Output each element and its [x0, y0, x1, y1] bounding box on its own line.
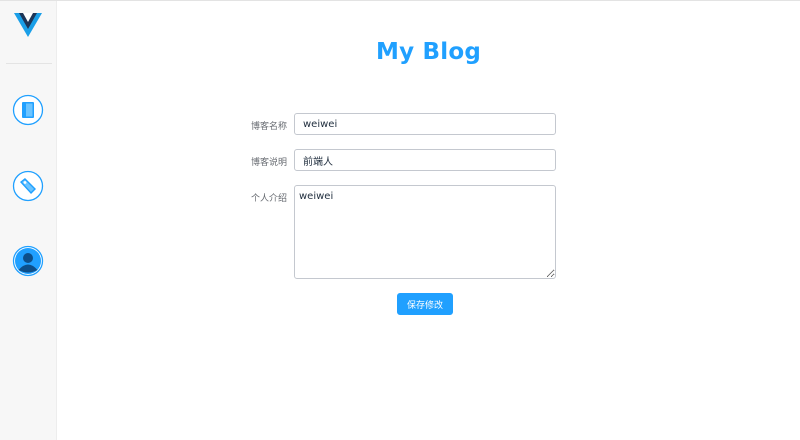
- sidebar-item-profile[interactable]: [12, 245, 44, 277]
- sidebar-item-tags[interactable]: [12, 170, 44, 202]
- blog-description-input[interactable]: [294, 149, 556, 171]
- blog-description-label: 博客说明: [250, 158, 287, 168]
- blog-name-label: 博客名称: [250, 122, 287, 132]
- vue-logo-icon[interactable]: [14, 13, 42, 37]
- book-icon: [12, 94, 44, 126]
- sidebar: [0, 1, 57, 440]
- introduction-textarea[interactable]: weiwei: [294, 185, 556, 279]
- tag-icon: [12, 170, 44, 202]
- sidebar-item-articles[interactable]: [12, 94, 44, 126]
- introduction-label: 个人介绍: [250, 194, 287, 204]
- main-content: My Blog 博客名称 博客说明 个人介绍 weiwei 保存修改: [57, 1, 800, 440]
- user-icon: [12, 245, 44, 277]
- page-title: My Blog: [376, 39, 481, 65]
- save-button[interactable]: 保存修改: [397, 293, 453, 315]
- blog-name-input[interactable]: [294, 113, 556, 135]
- app-window: My Blog 博客名称 博客说明 个人介绍 weiwei 保存修改: [0, 0, 800, 440]
- sidebar-divider: [6, 63, 52, 64]
